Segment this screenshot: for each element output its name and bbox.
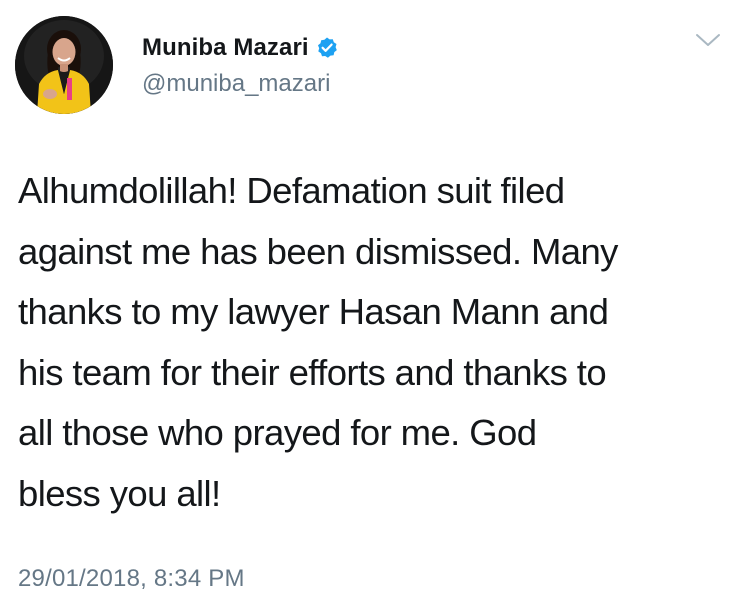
tweet-card: Muniba Mazari @muniba_mazari Alhumdolill… <box>0 0 744 615</box>
author-name-row: Muniba Mazari <box>142 32 339 64</box>
tweet-timestamp[interactable]: 29/01/2018, 8:34 PM <box>18 565 245 593</box>
verified-badge-icon <box>315 36 339 60</box>
avatar[interactable] <box>15 16 113 114</box>
author-display-name[interactable]: Muniba Mazari <box>142 34 309 62</box>
author-handle[interactable]: @muniba_mazari <box>142 70 330 98</box>
chevron-down-icon[interactable] <box>694 28 722 52</box>
tweet-text: Alhumdolillah! Defamation suit filed aga… <box>18 170 618 514</box>
